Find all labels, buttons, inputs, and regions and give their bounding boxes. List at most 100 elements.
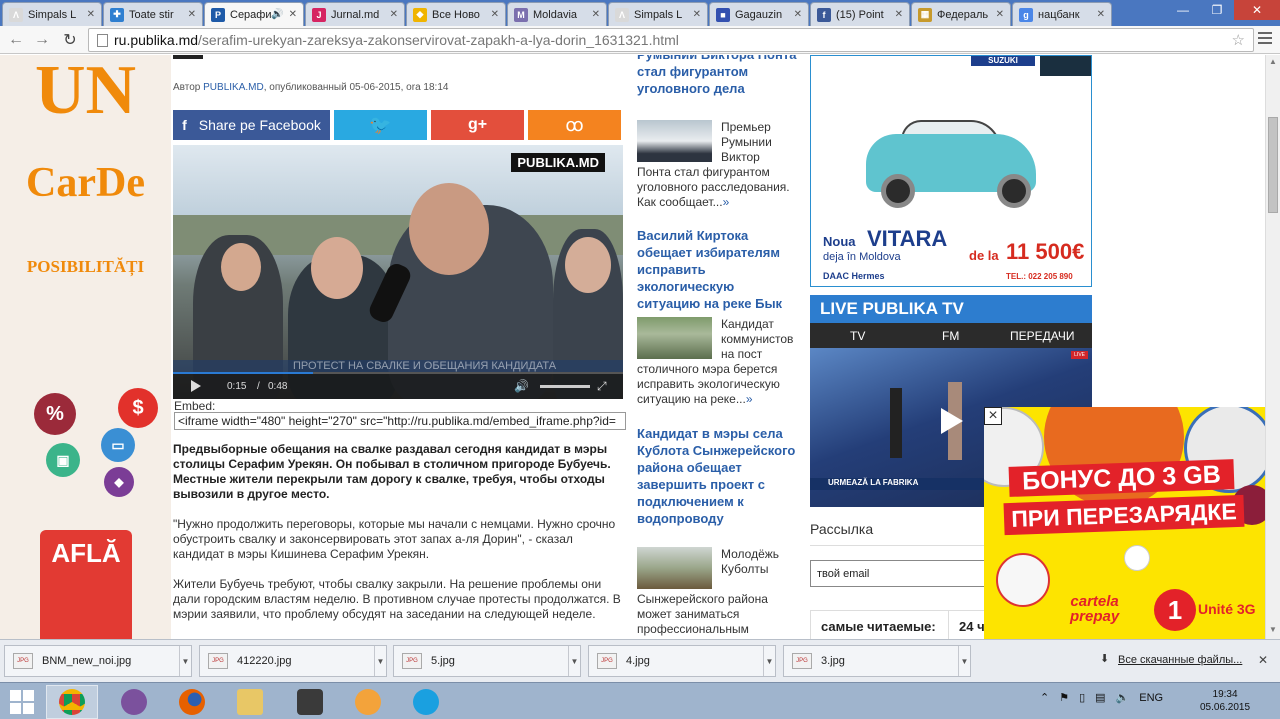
browser-tab[interactable]: f (15) Point ✕	[810, 2, 910, 26]
car-ad-banner[interactable]: SUZUKI Noua VITARA deja în Moldova de la…	[810, 55, 1092, 287]
windows-start-icon[interactable]	[10, 690, 34, 714]
network-icon[interactable]: ▤	[1095, 691, 1105, 704]
chevron-down-icon[interactable]: ▼	[374, 646, 386, 676]
maximize-button[interactable]: ❐	[1200, 0, 1234, 20]
jpg-file-icon: JPG	[402, 653, 422, 669]
close-tab-icon[interactable]: ✕	[87, 9, 95, 20]
byline-author-link[interactable]: PUBLIKA.MD	[203, 82, 264, 93]
chevron-down-icon[interactable]: ▼	[958, 646, 970, 676]
browser-tab[interactable]: ▦ Федераль ✕	[911, 2, 1011, 26]
phone-icon[interactable]: ▯	[1079, 691, 1085, 704]
tab-most-read[interactable]: самые читаемые:	[811, 611, 949, 639]
browser-tab[interactable]: P Серафи 🔊 ✕	[204, 2, 304, 26]
close-tab-icon[interactable]: ✕	[592, 9, 600, 20]
download-item[interactable]: JPG 5.jpg ▼	[393, 645, 581, 677]
taskbar-app[interactable]	[342, 685, 394, 719]
chrome-menu-icon[interactable]	[1258, 32, 1272, 47]
download-item[interactable]: JPG BNM_new_noi.jpg ▼	[4, 645, 192, 677]
download-item[interactable]: JPG 412220.jpg ▼	[199, 645, 387, 677]
forward-button[interactable]: →	[32, 30, 52, 50]
close-tab-icon[interactable]: ✕	[188, 9, 196, 20]
news-thumbnail[interactable]	[637, 120, 712, 162]
reload-button[interactable]: ↻	[60, 30, 80, 50]
share-odnoklassniki-button[interactable]: ꝏ	[528, 110, 621, 140]
video-player[interactable]: PUBLIKA.MD ПРОТЕСТ НА СВАЛКЕ И ОБЕЩАНИЯ …	[173, 145, 623, 399]
video-logo: PUBLIKA.MD	[511, 153, 605, 172]
browser-tab[interactable]: ■ Gagauzin ✕	[709, 2, 809, 26]
play-icon[interactable]	[191, 380, 201, 392]
scroll-down-icon[interactable]: ▼	[1269, 625, 1277, 634]
download-item[interactable]: JPG 4.jpg ▼	[588, 645, 776, 677]
promo-overlay-ad[interactable]: × БОНУС ДО 3 GB ПРИ ПЕРЕЗАРЯДКЕ cartela …	[984, 407, 1265, 639]
taskbar-chrome[interactable]	[46, 685, 98, 719]
embed-label: Embed:	[174, 399, 216, 413]
close-tab-icon[interactable]: ✕	[895, 9, 903, 20]
play-icon[interactable]	[941, 408, 963, 434]
close-tab-icon[interactable]: ✕	[491, 9, 499, 20]
page-scrollbar[interactable]: ▲ ▼	[1265, 55, 1280, 639]
close-tab-icon[interactable]: ✕	[996, 9, 1004, 20]
favicon-icon: ◆	[413, 7, 427, 22]
tray-arrow-icon[interactable]: ⌃	[1040, 691, 1049, 704]
browser-tab[interactable]: Ʌ Simpals L ✕	[2, 2, 102, 26]
fullscreen-icon[interactable]: ⤢	[597, 379, 607, 394]
news-thumbnail[interactable]	[637, 547, 712, 589]
close-tab-icon[interactable]: ✕	[289, 9, 297, 20]
share-googleplus-button[interactable]: g+	[431, 110, 524, 140]
show-all-downloads-link[interactable]: Все скачанные файлы...	[1118, 654, 1242, 666]
news-item-title-link[interactable]: Кандидат в мэры села Кублота Сынжерейско…	[637, 425, 797, 527]
scroll-up-icon[interactable]: ▲	[1269, 57, 1277, 66]
taskbar-camera[interactable]	[284, 685, 336, 719]
clock[interactable]: 19:34 05.06.2015	[1200, 688, 1250, 714]
tab-fm[interactable]: FM	[942, 329, 959, 343]
close-ad-button[interactable]: ×	[984, 407, 1002, 425]
close-tab-icon[interactable]: ✕	[693, 9, 701, 20]
close-tab-icon[interactable]: ✕	[390, 9, 398, 20]
flag-icon[interactable]: ⚑	[1059, 691, 1069, 704]
news-thumbnail[interactable]	[637, 317, 712, 359]
tab-tv[interactable]: TV	[850, 329, 865, 343]
favicon-icon: Ʌ	[615, 7, 629, 22]
share-twitter-button[interactable]: 🐦	[334, 110, 427, 140]
volume-icon[interactable]: 🔊	[514, 379, 529, 393]
back-button[interactable]: ←	[6, 30, 26, 50]
address-bar[interactable]: ru.publika.md/serafim-urekyan-zareksya-z…	[88, 28, 1254, 52]
chrome-icon	[59, 689, 85, 715]
embed-code-field[interactable]	[174, 412, 626, 430]
unite-label: Unité 3G	[1198, 601, 1256, 617]
chevron-down-icon[interactable]: ▼	[763, 646, 775, 676]
chevron-down-icon[interactable]: ▼	[568, 646, 580, 676]
language-indicator[interactable]: ENG	[1139, 692, 1163, 704]
news-item-title-link[interactable]: Румынии Виктора Понта стал фигурантом уг…	[637, 55, 797, 97]
chevron-down-icon[interactable]: ▼	[179, 646, 191, 676]
favicon-icon: ▦	[918, 7, 932, 22]
browser-tab[interactable]: ◆ Все Ново ✕	[406, 2, 506, 26]
browser-tab[interactable]: g нацбанк ✕	[1012, 2, 1112, 26]
close-tab-icon[interactable]: ✕	[794, 9, 802, 20]
browser-tab[interactable]: Ʌ Simpals L ✕	[608, 2, 708, 26]
volume-icon[interactable]: 🔈	[1116, 691, 1130, 704]
video-face	[221, 243, 261, 291]
taskbar-viber[interactable]	[108, 685, 160, 719]
browser-tab[interactable]: M Moldavia ✕	[507, 2, 607, 26]
tab-audio-icon[interactable]: 🔊	[271, 9, 283, 20]
download-item[interactable]: JPG 3.jpg ▼	[783, 645, 971, 677]
news-more-link[interactable]: »	[723, 195, 730, 209]
browser-tab[interactable]: J Jurnal.md ✕	[305, 2, 405, 26]
share-facebook-button[interactable]: f Share pe Facebook	[173, 110, 330, 140]
news-more-link[interactable]: »	[746, 392, 753, 406]
volume-slider[interactable]	[540, 385, 590, 388]
browser-tab[interactable]: ✚ Toate stir ✕	[103, 2, 203, 26]
tab-shows[interactable]: ПЕРЕДАЧИ	[1010, 329, 1074, 343]
bookmark-star-icon[interactable]: ☆	[1232, 31, 1245, 49]
taskbar-explorer[interactable]	[224, 685, 276, 719]
left-banner-ad[interactable]: UN CarDe POSIBILITĂȚI % $ ▭ ▣ ◆ AFLĂ	[0, 55, 171, 639]
news-item-title-link[interactable]: Василий Киртока обещает избирателям испр…	[637, 227, 797, 312]
scroll-thumb[interactable]	[1268, 117, 1278, 213]
minimize-button[interactable]: —	[1166, 0, 1200, 20]
close-download-shelf-button[interactable]: ✕	[1258, 653, 1268, 667]
close-tab-icon[interactable]: ✕	[1097, 9, 1105, 20]
close-window-button[interactable]: ✕	[1234, 0, 1280, 20]
taskbar-firefox[interactable]	[166, 685, 218, 719]
taskbar-skype[interactable]	[400, 685, 452, 719]
